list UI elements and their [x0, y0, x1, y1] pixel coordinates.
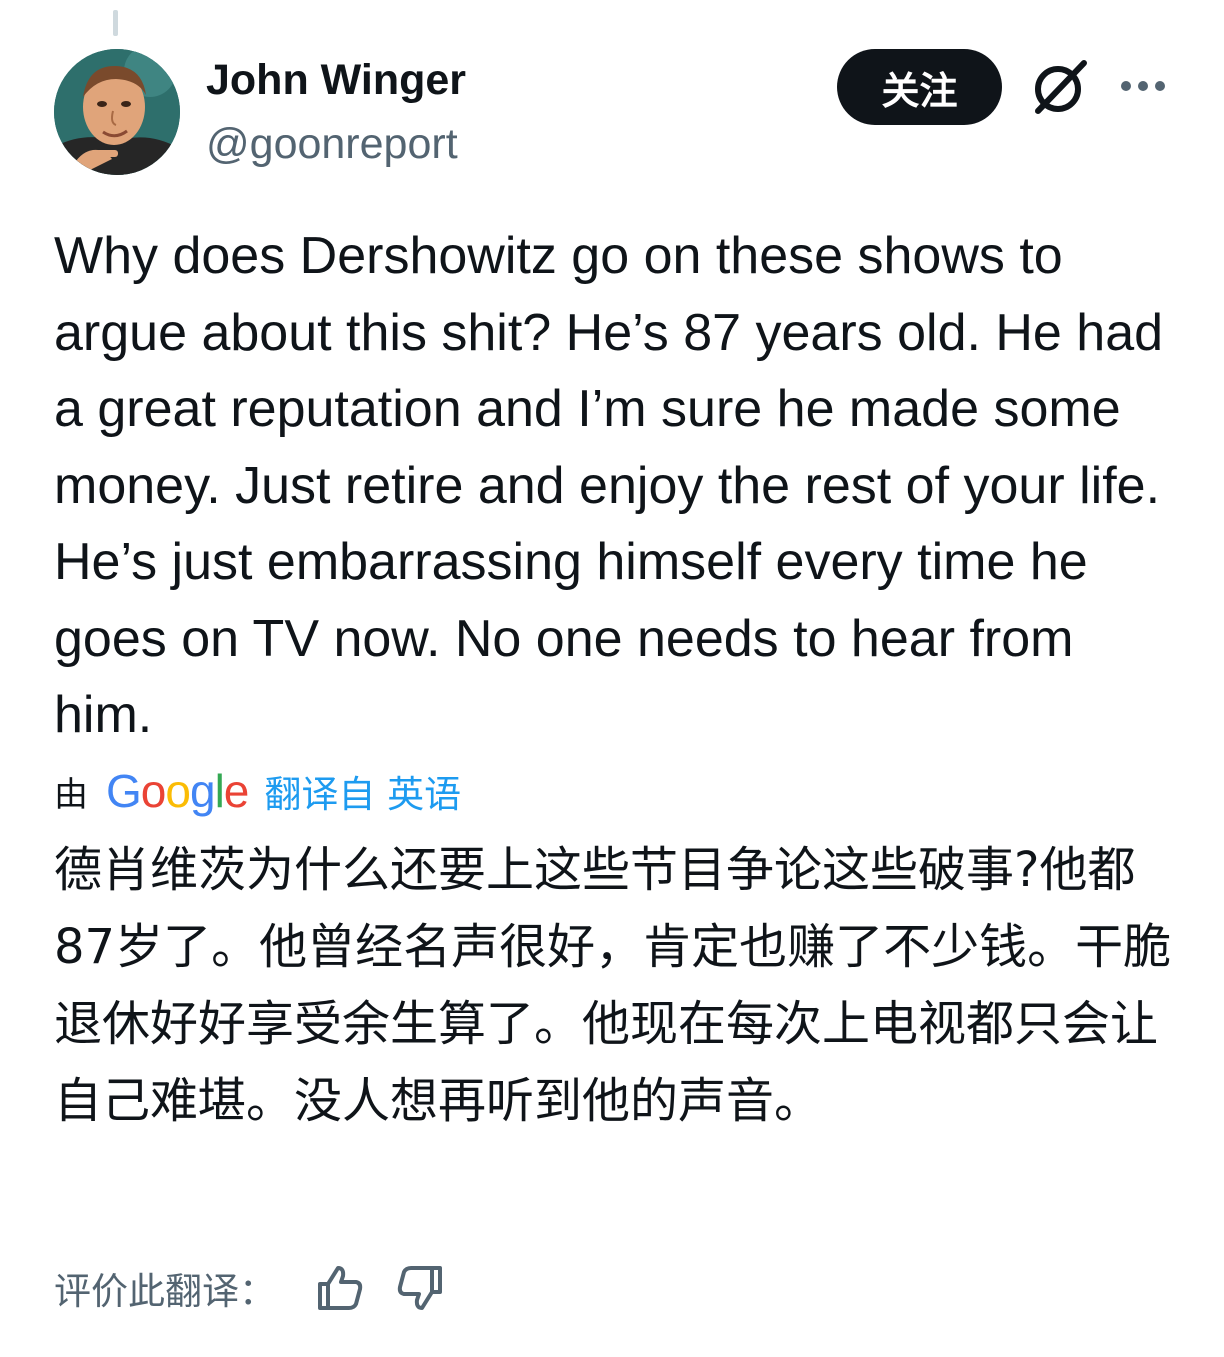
translation-attribution: 由 Google 翻译自 英语 [54, 764, 461, 818]
follow-button[interactable]: 关注 [837, 49, 1002, 125]
more-icon[interactable] [1118, 66, 1168, 106]
author-display-name[interactable]: John Winger [206, 54, 466, 106]
translated-by-label: 由 [54, 774, 88, 815]
author-handle[interactable]: @goonreport [206, 118, 458, 170]
translated-from-link[interactable]: 翻译自 英语 [264, 764, 461, 818]
translated-text: 德肖维茨为什么还要上这些节目争论这些破事?他都87岁了。他曾经名声很好，肯定也赚… [54, 842, 1172, 1129]
grok-icon[interactable] [1028, 55, 1092, 119]
tweet-text: Why does Dershowitz go on these shows to… [54, 227, 1178, 744]
avatar-image [54, 49, 180, 175]
rate-translation-label: 评价此翻译： [54, 1270, 276, 1313]
rate-translation-row: 评价此翻译： [54, 1258, 446, 1318]
thumbs-down-icon[interactable] [394, 1262, 446, 1314]
avatar[interactable] [54, 49, 180, 175]
thread-connector-line [113, 10, 118, 36]
thumbs-up-icon[interactable] [314, 1262, 366, 1314]
google-logo: Google [106, 765, 249, 817]
